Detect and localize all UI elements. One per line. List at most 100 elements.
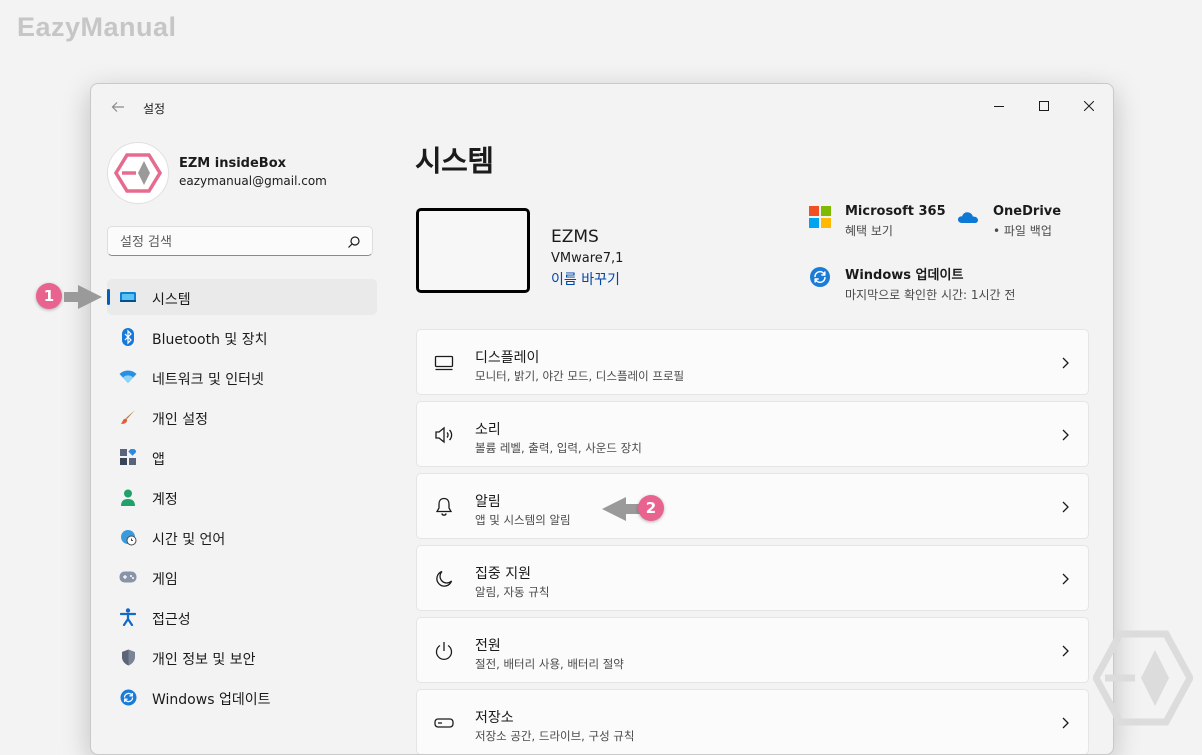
apps-icon <box>119 448 137 466</box>
active-indicator <box>107 289 110 305</box>
card-storage[interactable]: 저장소 저장소 공간, 드라이브, 구성 규칙 <box>416 689 1089 754</box>
rename-link[interactable]: 이름 바꾸기 <box>551 269 620 289</box>
brush-icon <box>119 408 137 426</box>
sidebar-item-label: 시스템 <box>152 292 191 308</box>
card-subtitle: 모니터, 밝기, 야간 모드, 디스플레이 프로필 <box>475 369 685 383</box>
cloud-icon <box>958 212 978 223</box>
sidebar-nav: 시스템 Bluetooth 및 장치 네트워크 및 인터넷 개인 설정 앱 계정… <box>107 279 377 719</box>
sidebar-item-label: 게임 <box>152 572 178 588</box>
window-title: 설정 <box>143 102 166 116</box>
accessibility-icon <box>119 608 137 626</box>
sidebar-item-label: 시간 및 언어 <box>152 532 226 548</box>
sidebar-item-label: 네트워크 및 인터넷 <box>152 372 264 388</box>
monitor-icon <box>119 288 137 306</box>
card-power[interactable]: 전원 절전, 배터리 사용, 배터리 절약 <box>416 617 1089 683</box>
bluetooth-icon <box>119 328 137 346</box>
annotation-badge-1: 1 <box>36 283 62 309</box>
sidebar-item-accessibility[interactable]: 접근성 <box>107 599 377 635</box>
sidebar-item-time-language[interactable]: 시간 및 언어 <box>107 519 377 555</box>
device-name: EZMS <box>551 227 599 247</box>
onedrive-sub: • 파일 백업 <box>993 224 1052 238</box>
profile-name: EZM insideBox <box>179 156 287 171</box>
annotation-badge-2: 2 <box>638 495 664 521</box>
maximize-button[interactable] <box>1024 90 1064 122</box>
sidebar-item-gaming[interactable]: 게임 <box>107 559 377 595</box>
card-notifications[interactable]: 알림 앱 및 시스템의 알림 <box>416 473 1089 539</box>
device-model: VMware7,1 <box>551 251 624 266</box>
sidebar-item-bluetooth[interactable]: Bluetooth 및 장치 <box>107 319 377 355</box>
annotation-arrow-right-icon <box>64 285 102 309</box>
chevron-right-icon <box>1062 501 1069 513</box>
card-title: 디스플레이 <box>475 350 540 366</box>
card-sound[interactable]: 소리 볼륨 레벨, 출력, 입력, 사운드 장치 <box>416 401 1089 467</box>
card-subtitle: 볼륨 레벨, 출력, 입력, 사운드 장치 <box>475 441 642 455</box>
annotation-arrow-left-icon <box>602 497 642 521</box>
search-input[interactable] <box>118 232 342 252</box>
device-thumbnail <box>416 208 530 293</box>
back-arrow-icon <box>111 102 124 112</box>
m365-sub: 혜택 보기 <box>845 224 893 238</box>
card-subtitle: 저장소 공간, 드라이브, 구성 규칙 <box>475 729 635 743</box>
microsoft-365-tile[interactable]: Microsoft 365 혜택 보기 <box>809 204 946 239</box>
gamepad-icon <box>119 568 137 586</box>
avatar <box>107 142 169 204</box>
minimize-icon <box>994 106 1004 107</box>
card-subtitle: 앱 및 시스템의 알림 <box>475 513 571 527</box>
speaker-icon <box>434 425 454 445</box>
card-display[interactable]: 디스플레이 모니터, 밝기, 야간 모드, 디스플레이 프로필 <box>416 329 1089 395</box>
onedrive-title: OneDrive <box>993 204 1062 219</box>
update-sub: 마지막으로 확인한 시간: 1시간 전 <box>845 288 1016 302</box>
shield-icon <box>119 648 137 666</box>
bell-icon <box>434 497 454 517</box>
storage-icon <box>434 713 454 733</box>
close-icon <box>1084 101 1094 111</box>
card-title: 저장소 <box>475 710 514 726</box>
sidebar-item-system[interactable]: 시스템 <box>107 279 377 315</box>
power-icon <box>434 641 454 661</box>
chevron-right-icon <box>1062 573 1069 585</box>
sidebar-item-label: Windows 업데이트 <box>152 692 271 708</box>
card-subtitle: 알림, 자동 규칙 <box>475 585 550 599</box>
eazymanual-logo-icon <box>1093 630 1193 726</box>
sidebar-item-label: 개인 설정 <box>152 412 208 428</box>
microsoft-logo-icon <box>809 206 831 228</box>
card-title: 전원 <box>475 638 501 654</box>
settings-window: 설정 EZM insideBox eazymanual@gmail.com 설정… <box>90 83 1114 755</box>
chevron-right-icon <box>1062 717 1069 729</box>
search-icon <box>348 236 360 248</box>
display-icon <box>434 353 454 373</box>
chevron-right-icon <box>1062 357 1069 369</box>
maximize-icon <box>1039 101 1049 111</box>
card-title: 집중 지원 <box>475 566 531 582</box>
watermark: EazyManual <box>17 12 177 42</box>
close-button[interactable] <box>1069 90 1109 122</box>
card-title: 소리 <box>475 422 501 438</box>
wifi-icon <box>119 368 137 386</box>
sidebar-item-label: 개인 정보 및 보안 <box>152 652 256 668</box>
card-subtitle: 절전, 배터리 사용, 배터리 절약 <box>475 657 624 671</box>
page-title: 시스템 <box>415 144 494 178</box>
chevron-right-icon <box>1062 429 1069 441</box>
sidebar-item-network[interactable]: 네트워크 및 인터넷 <box>107 359 377 395</box>
ezm-logo-icon <box>114 153 162 193</box>
sidebar-item-apps[interactable]: 앱 <box>107 439 377 475</box>
profile-email: eazymanual@gmail.com <box>179 174 327 188</box>
settings-search[interactable] <box>107 226 373 256</box>
settings-cards: 디스플레이 모니터, 밝기, 야간 모드, 디스플레이 프로필 소리 볼륨 레벨… <box>416 329 1089 754</box>
minimize-button[interactable] <box>979 90 1019 122</box>
globe-clock-icon <box>119 528 137 546</box>
update-title: Windows 업데이트 <box>845 268 964 283</box>
sidebar-item-label: 접근성 <box>152 612 191 628</box>
windows-update-tile[interactable]: Windows 업데이트 마지막으로 확인한 시간: 1시간 전 <box>809 264 1015 303</box>
sidebar-item-label: Bluetooth 및 장치 <box>152 332 268 348</box>
sidebar-item-privacy-security[interactable]: 개인 정보 및 보안 <box>107 639 377 675</box>
card-focus-assist[interactable]: 집중 지원 알림, 자동 규칙 <box>416 545 1089 611</box>
moon-icon <box>434 569 454 589</box>
sidebar-item-windows-update[interactable]: Windows 업데이트 <box>107 679 377 715</box>
back-button[interactable] <box>107 96 129 118</box>
sidebar-item-label: 앱 <box>152 452 165 468</box>
sidebar-item-personalization[interactable]: 개인 설정 <box>107 399 377 435</box>
sidebar-item-accounts[interactable]: 계정 <box>107 479 377 515</box>
onedrive-tile[interactable]: OneDrive • 파일 백업 <box>957 204 1061 239</box>
sidebar-item-label: 계정 <box>152 492 178 508</box>
